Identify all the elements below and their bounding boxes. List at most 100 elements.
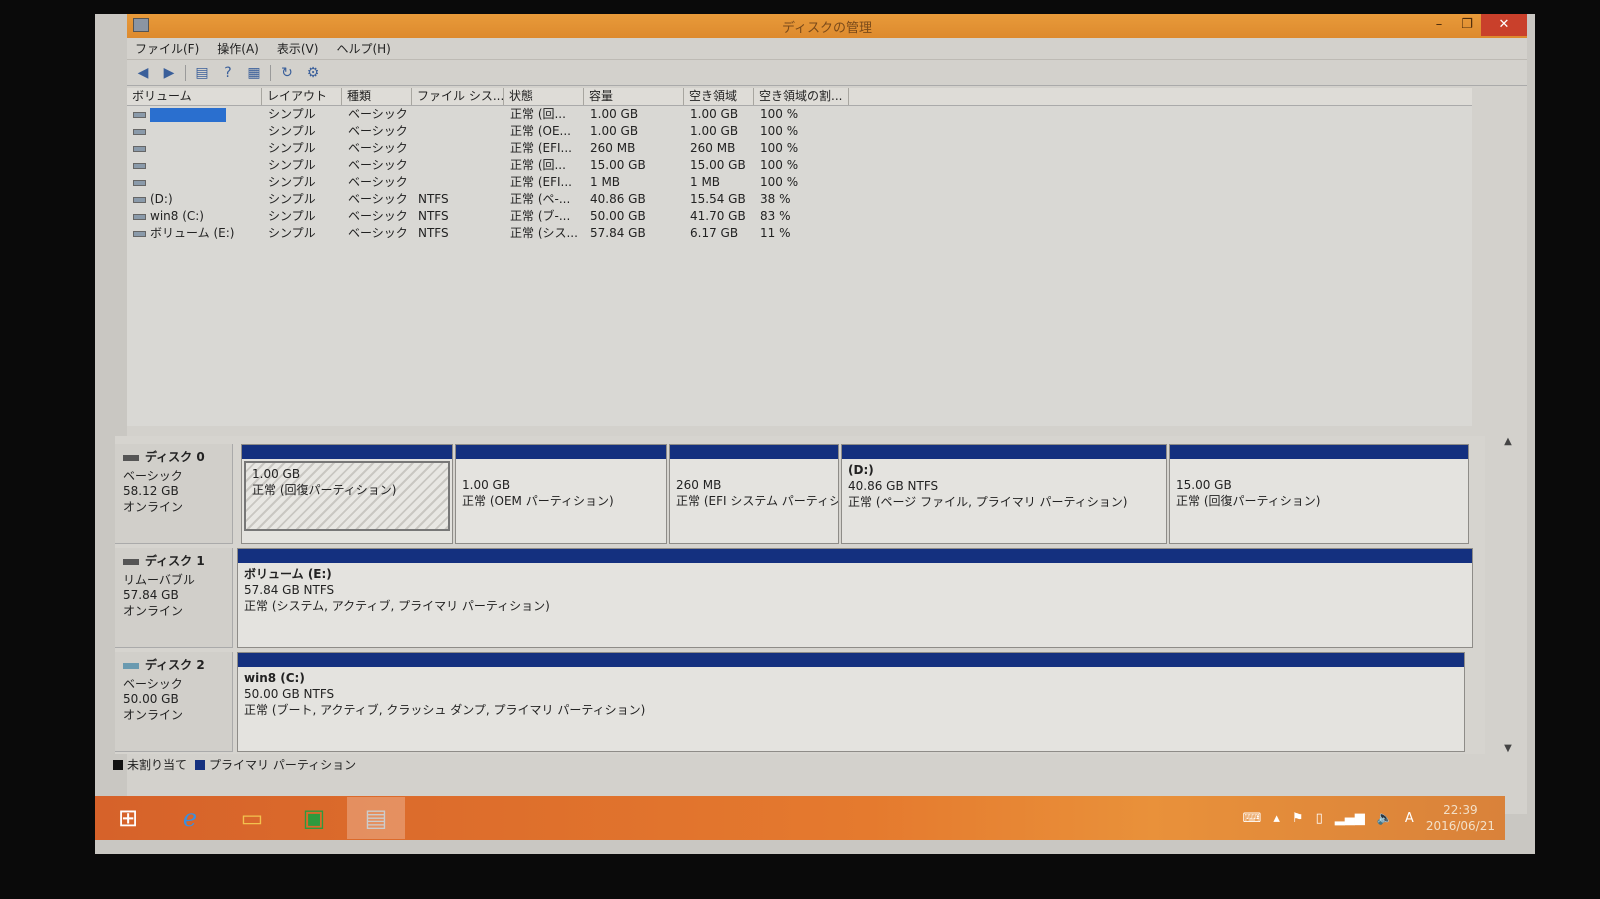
column-free-space[interactable]: 空き領域 (684, 88, 754, 105)
partition-d[interactable]: (D:) 40.86 GB NTFS 正常 (ページ ファイル, プライマリ パーテ… (841, 444, 1167, 544)
column-volume[interactable]: ボリューム (127, 88, 262, 105)
legend-unallocated-swatch (113, 760, 123, 770)
column-filesystem[interactable]: ファイル シス... (412, 88, 504, 105)
table-cell-pct: 11 % (760, 226, 791, 240)
table-cell-status: 正常 (ペ-... (510, 192, 571, 206)
scroll-down-icon[interactable]: ▼ (1501, 743, 1515, 754)
disk-0: ディスク 0 ベーシック 58.12 GB オンライン 1.00 GB 正常 (回… (115, 444, 1480, 544)
table-cell-fs: NTFS (418, 226, 449, 240)
menu-action[interactable]: 操作(A) (217, 40, 259, 57)
disk-management-window: ディスクの管理 – ❐ ✕ ファイル(F) 操作(A) 表示(V) ヘルプ(H)… (113, 14, 1527, 814)
table-cell-name (127, 123, 262, 140)
partition-efi[interactable]: 260 MB 正常 (EFI システム パーティシ (669, 444, 839, 544)
volume-icon (133, 162, 146, 169)
primary-partition-bar (242, 445, 452, 459)
table-cell-type: ベーシック (348, 141, 408, 155)
removable-drive-icon (123, 558, 139, 565)
show-hidden-icons-icon[interactable]: ▴ (1273, 811, 1280, 826)
ime-indicator[interactable]: A (1405, 811, 1414, 826)
table-cell-name: (D:) (127, 191, 262, 208)
disk-1: ディスク 1 リムーバブル 57.84 GB オンライン ボリューム (E:) 5… (115, 548, 1480, 648)
table-cell-capacity: 1.00 GB (590, 124, 639, 138)
table-cell-name (127, 140, 262, 157)
table-cell-free: 6.17 GB (690, 226, 739, 240)
table-row[interactable]: (D:) シンプル ベーシック NTFS 正常 (ペ-... 40.86 GB 15.54 … (127, 191, 1472, 208)
vertical-scrollbar[interactable]: ▲ ▼ (1501, 436, 1515, 754)
settings-icon[interactable]: ⚙ (303, 64, 323, 82)
table-cell-fs (412, 123, 504, 140)
column-free-percent[interactable]: 空き領域の割... (754, 88, 849, 105)
internet-explorer-icon[interactable]: ℯ (161, 797, 219, 839)
table-cell-free: 41.70 GB (690, 209, 746, 223)
menu-view[interactable]: 表示(V) (277, 40, 319, 57)
properties-icon[interactable]: ▦ (244, 64, 264, 82)
start-icon[interactable]: ⊞ (99, 797, 157, 839)
back-arrow-icon[interactable]: ◀ (133, 64, 153, 82)
primary-partition-bar (842, 445, 1166, 459)
table-cell-pct: 100 % (760, 175, 799, 189)
table-cell-type: ベーシック (348, 226, 408, 240)
column-capacity[interactable]: 容量 (584, 88, 684, 105)
menu-file[interactable]: ファイル(F) (135, 40, 199, 57)
clock[interactable]: 22:39 2016/06/21 (1426, 802, 1495, 834)
partition-recovery-2[interactable]: 15.00 GB 正常 (回復パーティション) (1169, 444, 1469, 544)
volume-icon[interactable]: 🔈 (1377, 811, 1393, 826)
action-center-flag-icon[interactable]: ⚑ (1292, 811, 1304, 826)
table-row[interactable]: シンプル ベーシック 正常 (回... 1.00 GB 1.00 GB 100 % (127, 106, 1472, 123)
console-tree-icon[interactable]: ▤ (192, 64, 212, 82)
partition-oem[interactable]: 1.00 GB 正常 (OEM パーティション) (455, 444, 667, 544)
disk-info[interactable]: ディスク 2 ベーシック 50.00 GB オンライン (115, 652, 233, 752)
table-cell-capacity: 260 MB (590, 141, 636, 155)
table-row[interactable]: シンプル ベーシック 正常 (OE... 1.00 GB 1.00 GB 100 % (127, 123, 1472, 140)
primary-partition-bar (670, 445, 838, 459)
table-cell-status: 正常 (EFI... (510, 175, 572, 189)
refresh-icon[interactable]: ↻ (277, 64, 297, 82)
table-cell-layout: シンプル (268, 124, 316, 138)
file-explorer-icon[interactable]: ▭ (223, 797, 281, 839)
column-status[interactable]: 状態 (504, 88, 584, 105)
table-cell-status: 正常 (OE... (510, 124, 571, 138)
table-cell-name (127, 174, 262, 191)
column-layout[interactable]: レイアウト (262, 88, 342, 105)
volume-icon (133, 111, 146, 118)
volume-icon (133, 230, 146, 237)
menu-help[interactable]: ヘルプ(H) (336, 40, 390, 57)
table-row[interactable]: win8 (C:) シンプル ベーシック NTFS 正常 (ブ-... 50.00 GB 4… (127, 208, 1472, 225)
partition-recovery-1[interactable]: 1.00 GB 正常 (回復パーティション) (241, 444, 453, 544)
table-cell-free: 1.00 GB (690, 107, 739, 121)
disk-management-icon[interactable]: ▤ (347, 797, 405, 839)
close-button[interactable]: ✕ (1481, 14, 1527, 36)
table-row[interactable]: シンプル ベーシック 正常 (EFI... 260 MB 260 MB 100 % (127, 140, 1472, 157)
table-cell-status: 正常 (EFI... (510, 141, 572, 155)
forward-arrow-icon[interactable]: ▶ (159, 64, 179, 82)
help-icon[interactable]: ? (218, 64, 238, 82)
battery-icon[interactable]: ▯ (1316, 811, 1323, 826)
selected-highlight (150, 107, 226, 122)
partition-e[interactable]: ボリューム (E:) 57.84 GB NTFS 正常 (システム, アクティブ, … (237, 548, 1473, 648)
keyboard-icon[interactable]: ⌨ (1243, 811, 1262, 826)
volume-icon (133, 145, 146, 152)
title-bar[interactable]: ディスクの管理 – ❐ ✕ (127, 14, 1527, 38)
table-cell-free: 15.00 GB (690, 158, 746, 172)
disk-info[interactable]: ディスク 1 リムーバブル 57.84 GB オンライン (115, 548, 233, 648)
primary-partition-bar (456, 445, 666, 459)
volume-icon (133, 196, 146, 203)
table-row[interactable]: シンプル ベーシック 正常 (回... 15.00 GB 15.00 GB 100 % (127, 157, 1472, 174)
disk-info[interactable]: ディスク 0 ベーシック 58.12 GB オンライン (115, 444, 233, 544)
taskbar: ⊞ ℯ ▭ ▣ ▤ ⌨ ▴ ⚑ ▯ ▂▄▆ 🔈 A 22:39 2016/06/… (95, 796, 1505, 840)
table-cell-layout: シンプル (268, 192, 316, 206)
restore-button[interactable]: ❐ (1453, 14, 1481, 36)
table-cell-fs (412, 174, 504, 191)
partition-c[interactable]: win8 (C:) 50.00 GB NTFS 正常 (ブート, アクティブ, クラ… (237, 652, 1465, 752)
window-title: ディスクの管理 (781, 21, 873, 36)
table-cell-layout: シンプル (268, 209, 316, 223)
scroll-up-icon[interactable]: ▲ (1501, 436, 1515, 447)
column-type[interactable]: 種類 (342, 88, 412, 105)
table-row[interactable]: ボリューム (E:) シンプル ベーシック NTFS 正常 (シス... 57.84 GB… (127, 225, 1472, 242)
table-row[interactable]: シンプル ベーシック 正常 (EFI... 1 MB 1 MB 100 % (127, 174, 1472, 191)
network-signal-icon[interactable]: ▂▄▆ (1335, 811, 1365, 826)
screen: ディスクの管理 – ❐ ✕ ファイル(F) 操作(A) 表示(V) ヘルプ(H)… (95, 14, 1535, 854)
primary-partition-bar (1170, 445, 1468, 459)
store-icon[interactable]: ▣ (285, 797, 343, 839)
minimize-button[interactable]: – (1425, 14, 1453, 36)
